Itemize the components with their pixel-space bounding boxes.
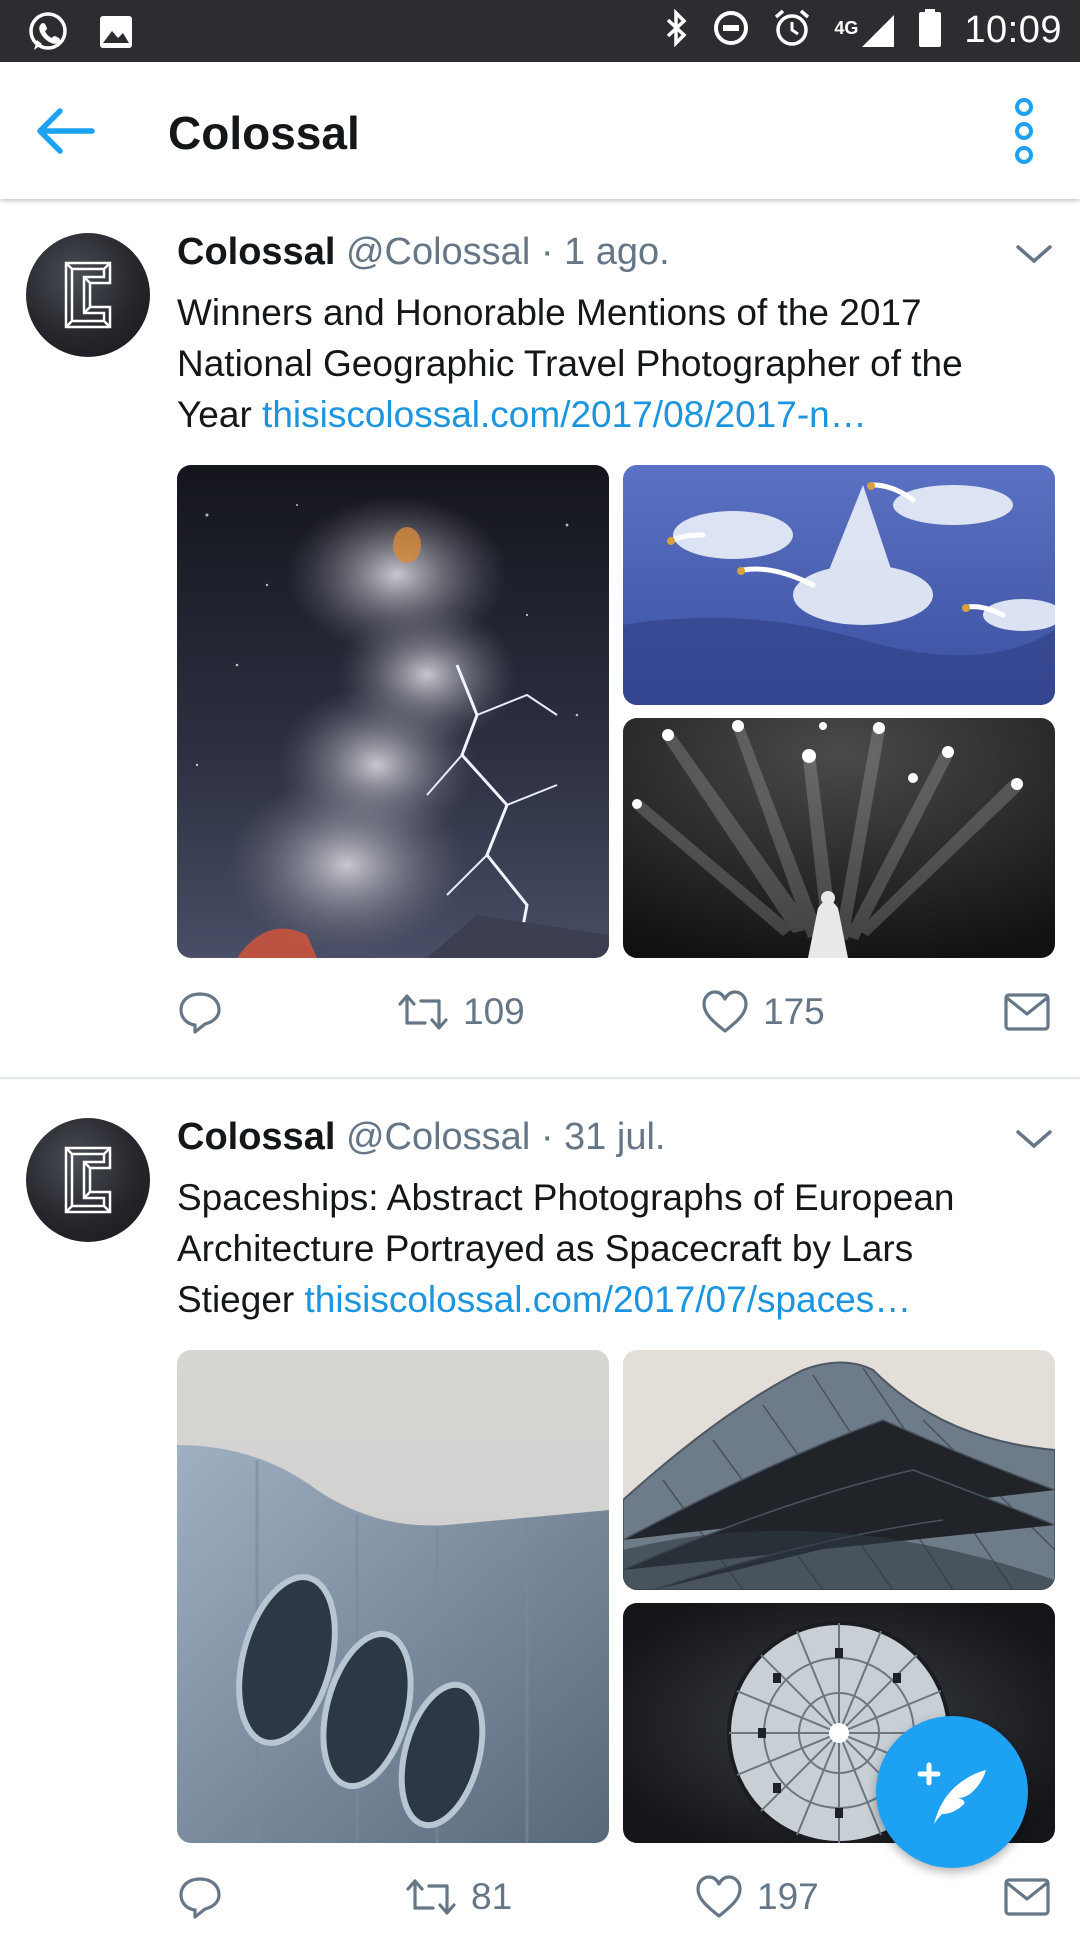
tweet-text: Spaceships: Abstract Photographs of Euro…: [177, 1172, 1037, 1325]
envelope-icon: [1004, 993, 1050, 1031]
separator: ·: [540, 1116, 554, 1158]
retweet-count: 81: [471, 1876, 513, 1917]
timestamp[interactable]: 31 jul.: [564, 1116, 665, 1158]
do-not-disturb-icon: [712, 9, 750, 52]
signal-icon: 4G: [834, 13, 896, 49]
battery-icon: [918, 8, 942, 53]
chevron-down-icon: [1016, 245, 1052, 264]
tweet-divider: [0, 1077, 1080, 1079]
display-name[interactable]: Colossal: [177, 1116, 335, 1158]
avatar[interactable]: [26, 1118, 150, 1242]
reply-icon: [179, 1877, 221, 1919]
tweet-text: Winners and Honorable Mentions of the 20…: [177, 287, 1037, 440]
arrow-left-icon: [37, 108, 95, 154]
tweet-actions: 109 175: [177, 989, 1055, 1049]
retweet-count: 109: [463, 991, 525, 1032]
tweet-actions: 81 197: [177, 1874, 1055, 1934]
direct-message-button[interactable]: [1003, 989, 1051, 1035]
tweet[interactable]: Colossal @Colossal · 1 ago. Winners and …: [0, 199, 1080, 1076]
more-options-button[interactable]: [994, 96, 1054, 166]
chevron-down-icon: [1016, 1130, 1052, 1149]
whatsapp-icon: [26, 10, 70, 59]
reply-button[interactable]: [177, 989, 223, 1035]
retweet-icon: [406, 1879, 456, 1915]
colossal-logo-icon: [64, 261, 112, 329]
tweet-menu-button[interactable]: [1014, 239, 1054, 269]
reply-icon: [179, 992, 221, 1034]
photo-swans[interactable]: [623, 465, 1055, 705]
like-count: 197: [757, 1876, 819, 1917]
retweet-button[interactable]: 109: [397, 989, 525, 1035]
compose-feather-icon: [917, 1762, 986, 1824]
handle[interactable]: @Colossal: [346, 231, 530, 273]
page-title: Colossal: [168, 107, 360, 159]
separator: ·: [540, 231, 554, 273]
photo-glass-roof[interactable]: [623, 1350, 1055, 1590]
avatar[interactable]: [26, 233, 150, 357]
like-button[interactable]: 197: [695, 1874, 819, 1920]
timestamp[interactable]: 1 ago.: [564, 231, 670, 273]
tweet-header: Colossal @Colossal · 31 jul.: [177, 1116, 665, 1159]
status-time: 10:09: [964, 9, 1062, 51]
back-button[interactable]: [30, 96, 100, 166]
tweet-link[interactable]: thisiscolossal.com/2017/07/spaces…: [305, 1279, 912, 1320]
compose-tweet-button[interactable]: [876, 1716, 1028, 1868]
photo-volcano-lightning[interactable]: [177, 465, 609, 958]
media-grid: [177, 465, 1055, 958]
handle[interactable]: @Colossal: [346, 1116, 530, 1158]
reply-button[interactable]: [177, 1874, 223, 1920]
status-bar: 4G 10:09: [0, 0, 1080, 62]
alarm-icon: [772, 8, 812, 53]
tweet-link[interactable]: thisiscolossal.com/2017/08/2017-n…: [262, 394, 867, 435]
colossal-logo-icon: [64, 1146, 112, 1214]
display-name[interactable]: Colossal: [177, 231, 335, 273]
photo-architecture-tubes[interactable]: [177, 1350, 609, 1843]
retweet-button[interactable]: 81: [405, 1874, 512, 1920]
bluetooth-icon: [664, 8, 690, 53]
direct-message-button[interactable]: [1003, 1874, 1051, 1920]
retweet-icon: [398, 994, 448, 1030]
network-type: 4G: [834, 17, 859, 38]
photo-light-beams[interactable]: [623, 718, 1055, 958]
heart-icon: [702, 990, 748, 1033]
more-vertical-icon: [1015, 98, 1033, 164]
like-count: 175: [763, 991, 825, 1032]
heart-icon: [696, 1875, 742, 1918]
tweet-menu-button[interactable]: [1014, 1124, 1054, 1154]
envelope-icon: [1004, 1878, 1050, 1916]
tweet-header: Colossal @Colossal · 1 ago.: [177, 231, 670, 274]
like-button[interactable]: 175: [701, 989, 825, 1035]
image-icon: [98, 14, 134, 55]
app-bar: Colossal: [0, 62, 1080, 199]
